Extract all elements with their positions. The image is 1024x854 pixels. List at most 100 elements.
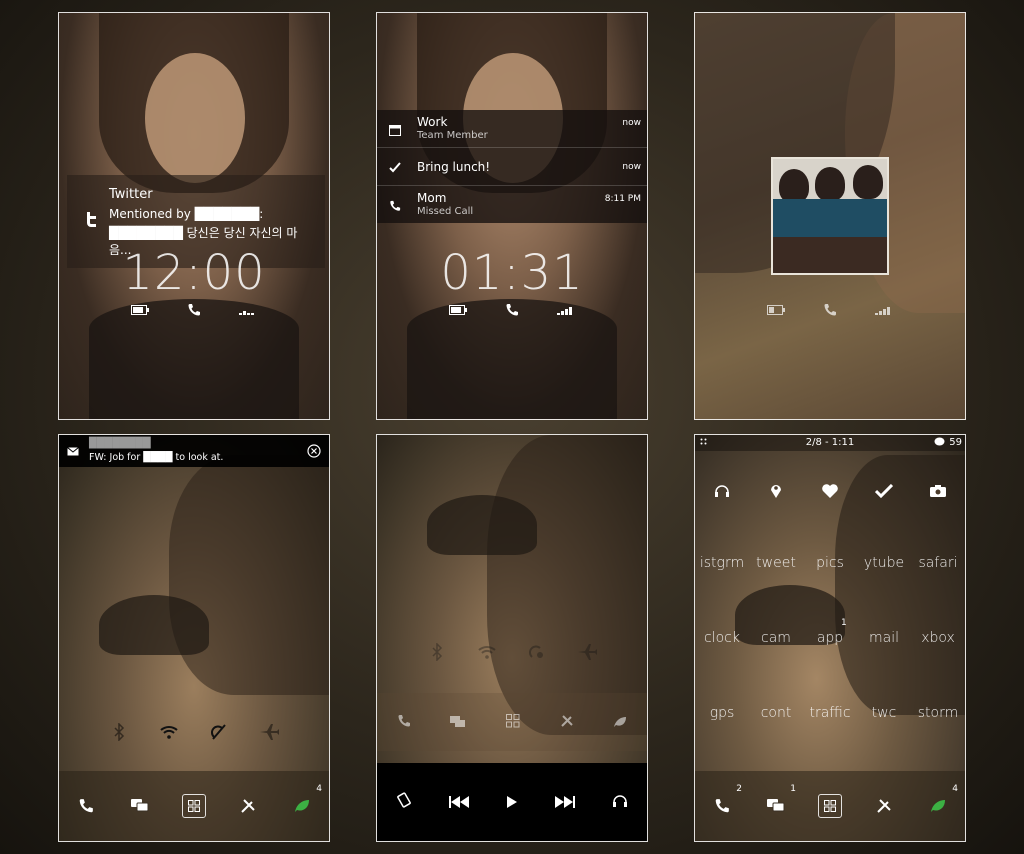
app-badge: 1 bbox=[841, 618, 847, 628]
calendar-icon bbox=[389, 121, 401, 140]
phone-dock-button[interactable]: 2 bbox=[710, 784, 742, 818]
heart-icon[interactable] bbox=[818, 479, 842, 503]
quick-toggles bbox=[377, 640, 647, 664]
figure-bodies bbox=[773, 199, 887, 239]
lockscreen-twitter-panel: Twitter Mentioned by ███████: ████████ 당… bbox=[58, 12, 330, 420]
sync-off-icon[interactable] bbox=[207, 720, 231, 744]
messages-dock-button[interactable] bbox=[128, 794, 152, 818]
airplane-icon[interactable] bbox=[257, 720, 281, 744]
notification-time: now bbox=[622, 162, 641, 172]
bluetooth-icon[interactable] bbox=[107, 720, 131, 744]
album-art-photo[interactable] bbox=[771, 157, 889, 275]
leaf-icon bbox=[613, 713, 627, 732]
leaf-badge: 4 bbox=[316, 784, 322, 794]
clock-time: 01:31 bbox=[440, 245, 584, 301]
notification-title: Mom bbox=[417, 191, 447, 205]
homescreen-apps-panel: 2/8 - 1:11 59 istgrm tweet pics ytube safari… bbox=[694, 434, 966, 842]
email-subject: FW: Job for ████ to look at. bbox=[89, 452, 224, 463]
twitter-icon bbox=[87, 212, 96, 227]
status-bar: 2/8 - 1:11 59 bbox=[695, 435, 965, 451]
rotate-icon[interactable] bbox=[396, 792, 412, 812]
signal-icon bbox=[557, 303, 575, 317]
messages-dock-button[interactable]: 1 bbox=[764, 784, 796, 818]
lockscreen-photo-panel bbox=[694, 12, 966, 420]
head-shape bbox=[427, 495, 537, 555]
leaf-dock-button[interactable]: 4 bbox=[926, 784, 958, 818]
headphones-icon[interactable] bbox=[612, 793, 628, 812]
leaf-badge: 4 bbox=[952, 784, 958, 794]
app-label-twc[interactable]: twc bbox=[857, 705, 911, 721]
leaf-dock-button[interactable]: 4 bbox=[290, 784, 322, 818]
apps-dock-button[interactable] bbox=[182, 794, 206, 818]
app-label-xbox[interactable]: xbox bbox=[911, 630, 965, 646]
app-label-safari[interactable]: safari bbox=[911, 555, 965, 571]
phone-icon bbox=[397, 713, 411, 732]
grid-icon bbox=[182, 794, 206, 818]
apps-dock-button[interactable] bbox=[818, 794, 842, 818]
play-button[interactable] bbox=[506, 793, 518, 812]
notification-title: Work bbox=[417, 115, 448, 129]
notification-item-mom[interactable]: Mom Missed Call 8:11 PM bbox=[377, 186, 647, 223]
app-label-istgrm[interactable]: istgrm bbox=[695, 555, 749, 571]
messages-icon bbox=[767, 799, 785, 812]
app-label-ytube[interactable]: ytube bbox=[857, 555, 911, 571]
messages-badge: 1 bbox=[790, 784, 796, 794]
leaf-icon bbox=[931, 800, 945, 812]
camera-icon[interactable] bbox=[926, 479, 950, 503]
app-label-traffic[interactable]: traffic bbox=[803, 705, 857, 721]
phone-icon bbox=[503, 303, 521, 317]
app-label-tweet[interactable]: tweet bbox=[749, 555, 803, 571]
phone-icon bbox=[389, 197, 401, 216]
signal-icon bbox=[239, 303, 257, 317]
dress-shape bbox=[89, 299, 299, 419]
status-date-time: 2/8 - 1:11 bbox=[805, 437, 855, 448]
airplane-icon[interactable] bbox=[575, 640, 599, 664]
headphones-icon[interactable] bbox=[710, 479, 734, 503]
email-notification-bar[interactable]: ████████ FW: Job for ████ to look at. bbox=[59, 435, 329, 467]
notification-item-work[interactable]: Work Team Member now bbox=[377, 110, 647, 148]
tools-dock-button[interactable] bbox=[872, 794, 896, 818]
dock: 2 1 4 bbox=[695, 771, 965, 841]
location-pin-icon[interactable] bbox=[764, 479, 788, 503]
app-label-mail[interactable]: mail bbox=[857, 630, 911, 646]
mail-icon bbox=[67, 447, 79, 456]
phone-dock-button[interactable] bbox=[74, 794, 98, 818]
quick-toggles bbox=[59, 720, 329, 744]
hair-shape bbox=[169, 455, 329, 695]
previous-track-button[interactable] bbox=[448, 793, 469, 812]
grid-icon bbox=[818, 794, 842, 818]
wifi-icon[interactable] bbox=[475, 640, 499, 664]
app-label-clock[interactable]: clock bbox=[695, 630, 749, 646]
wifi-icon[interactable] bbox=[157, 720, 181, 744]
grid-icon bbox=[505, 713, 520, 732]
notification-item-lunch[interactable]: Bring lunch! now bbox=[377, 148, 647, 186]
app-label-storm[interactable]: storm bbox=[911, 705, 965, 721]
notification-title: Bring lunch! bbox=[417, 160, 491, 174]
homescreen-media-panel bbox=[376, 434, 648, 842]
figure-head bbox=[779, 169, 809, 203]
notification-time: now bbox=[622, 118, 641, 128]
clock-time: 12:00 bbox=[122, 245, 266, 301]
dock: 4 bbox=[59, 771, 329, 841]
phone-icon bbox=[821, 303, 839, 317]
signal-icon bbox=[875, 303, 893, 317]
app-label-cam[interactable]: cam bbox=[749, 630, 803, 646]
tools-icon bbox=[877, 799, 891, 813]
app-label-app[interactable]: app bbox=[803, 630, 857, 646]
homescreen-email-panel: ████████ FW: Job for ████ to look at. 4 bbox=[58, 434, 330, 842]
email-sender: ████████ bbox=[89, 438, 151, 449]
notification-line-1: Mentioned by ███████: bbox=[109, 207, 264, 221]
lockscreen-notifications-panel: Work Team Member now Bring lunch! now Mo… bbox=[376, 12, 648, 420]
sync-icon[interactable] bbox=[525, 640, 549, 664]
check-icon[interactable] bbox=[872, 479, 896, 503]
status-count: 59 bbox=[949, 437, 962, 448]
app-label-pics[interactable]: pics bbox=[803, 555, 857, 571]
tools-dock-button[interactable] bbox=[236, 794, 260, 818]
bluetooth-icon[interactable] bbox=[425, 640, 449, 664]
status-icons bbox=[695, 303, 965, 317]
status-icons bbox=[377, 303, 647, 317]
app-label-gps[interactable]: gps bbox=[695, 705, 749, 721]
close-icon[interactable] bbox=[307, 444, 321, 458]
next-track-button[interactable] bbox=[555, 793, 576, 812]
app-label-cont[interactable]: cont bbox=[749, 705, 803, 721]
